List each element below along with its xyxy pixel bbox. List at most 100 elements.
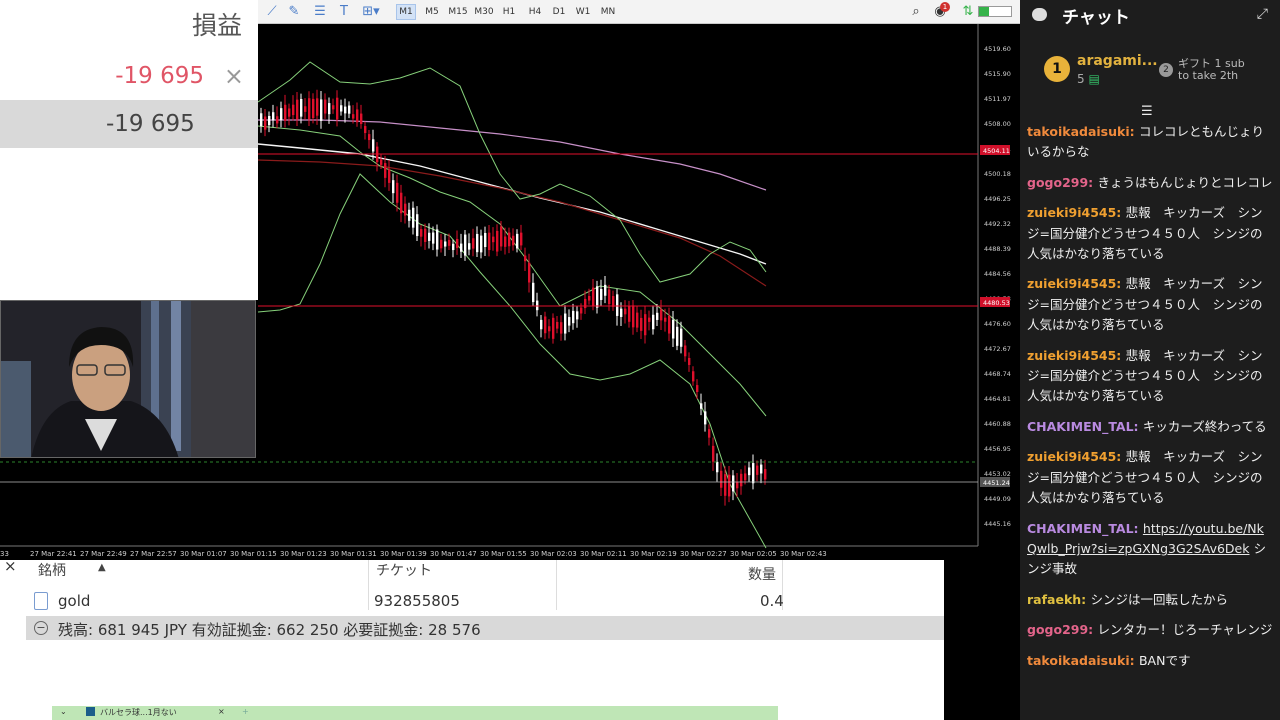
candle-body bbox=[672, 319, 675, 339]
timeframe-h4[interactable]: H4 bbox=[526, 4, 544, 20]
candle-body bbox=[692, 371, 695, 382]
chat-username[interactable]: zuieki9i4545: bbox=[1027, 276, 1126, 291]
candle-body bbox=[448, 239, 451, 246]
gift-count: 5 ▤ bbox=[1077, 72, 1100, 86]
chat-text: BANです bbox=[1138, 652, 1191, 668]
tab-title[interactable]: バルセラ球...1月ない bbox=[100, 707, 177, 718]
timeframe-m30[interactable]: M30 bbox=[472, 4, 496, 20]
timeframe-d1[interactable]: D1 bbox=[550, 4, 568, 20]
gift-user[interactable]: aragami... bbox=[1077, 53, 1158, 69]
tab-dropdown-icon[interactable]: ⌄ bbox=[60, 707, 67, 716]
chat-username[interactable]: takoikadaisuki: bbox=[1027, 124, 1139, 139]
candle-body bbox=[756, 465, 759, 475]
gift-rank-badge: 1 bbox=[1044, 56, 1070, 82]
col-volume-header[interactable]: 数量 bbox=[748, 564, 776, 584]
time-tick-label: 30 Mar 01:47 bbox=[430, 550, 477, 558]
chat-panel: チャット ⤢ 1 aragami... 5 ▤ 2 ギフト 1 sub to t… bbox=[1020, 0, 1280, 720]
candle-body bbox=[484, 233, 487, 248]
column-divider bbox=[368, 560, 369, 610]
candle-body bbox=[260, 113, 263, 127]
price-tick-label: 4492.32 bbox=[984, 220, 1011, 228]
candle-body bbox=[580, 307, 583, 314]
candle-body bbox=[612, 296, 615, 307]
candle-body bbox=[416, 214, 419, 237]
timeframe-m5[interactable]: M5 bbox=[422, 4, 442, 20]
chat-username[interactable]: zuieki9i4545: bbox=[1027, 348, 1126, 363]
candle-body bbox=[292, 104, 295, 116]
chat-message: zuieki9i4545: 悲報 キッカーズ シンジ=国分健介どうせつ４５０人 … bbox=[1027, 203, 1273, 264]
chat-username[interactable]: CHAKIMEN_TAL: bbox=[1027, 521, 1143, 536]
chat-username[interactable]: rafaekh: bbox=[1027, 592, 1091, 607]
candle-body bbox=[528, 262, 531, 283]
chat-username[interactable]: takoikadaisuki: bbox=[1027, 653, 1139, 668]
candle-body bbox=[516, 233, 519, 249]
pen-tool-icon[interactable]: ✎ bbox=[286, 4, 302, 20]
chat-username[interactable]: gogo299: bbox=[1027, 175, 1098, 190]
candle-body bbox=[740, 473, 743, 487]
chat-username[interactable]: gogo299: bbox=[1027, 622, 1098, 637]
chat-message: zuieki9i4545: 悲報 キッカーズ シンジ=国分健介どうせつ４５０人 … bbox=[1027, 447, 1273, 508]
chat-username[interactable]: CHAKIMEN_TAL: bbox=[1027, 419, 1143, 434]
timeframe-m15[interactable]: M15 bbox=[446, 4, 470, 20]
candle-body bbox=[632, 305, 635, 328]
candle-body bbox=[744, 473, 747, 481]
chat-username[interactable]: zuieki9i4545: bbox=[1027, 205, 1126, 220]
connection-bar bbox=[978, 6, 1012, 17]
candle-body bbox=[752, 463, 755, 484]
candle-body bbox=[600, 289, 603, 300]
candle-body bbox=[676, 326, 679, 346]
account-summary-text: 残高: 681 945 JPY 有効証拠金: 662 250 必要証拠金: 28… bbox=[58, 621, 481, 639]
pl-position-value: -19 695 bbox=[115, 63, 204, 89]
row-symbol[interactable]: gold bbox=[58, 592, 90, 610]
chat-message: zuieki9i4545: 悲報 キッカーズ シンジ=国分健介どうせつ４５０人 … bbox=[1027, 346, 1273, 407]
popout-icon[interactable]: ⤢ bbox=[1257, 6, 1268, 22]
account-summary-row[interactable]: − 残高: 681 945 JPY 有効証拠金: 662 250 必要証拠金: … bbox=[26, 616, 944, 640]
price-tick-label: 4500.18 bbox=[984, 170, 1011, 178]
candle-body bbox=[644, 314, 647, 336]
chat-message: CHAKIMEN_TAL: https://youtu.be/NkQwlb_Pr… bbox=[1027, 519, 1273, 580]
candle-body bbox=[760, 464, 763, 474]
chat-message: gogo299: きょうはもんじょりとコレコレ bbox=[1027, 173, 1273, 193]
chat-text: キッカーズ終わってる bbox=[1142, 418, 1267, 434]
chat-text: シンジは一回転したから bbox=[1090, 591, 1229, 607]
webcam-feed bbox=[0, 300, 256, 458]
candle-body bbox=[596, 286, 599, 308]
row-ticket[interactable]: 932855805 bbox=[374, 592, 460, 610]
candle-body bbox=[584, 298, 587, 309]
price-tick-label: 4445.16 bbox=[984, 520, 1011, 528]
candle-body bbox=[472, 238, 475, 249]
candle-body bbox=[396, 182, 399, 203]
new-tab-icon[interactable]: + bbox=[242, 707, 249, 716]
candle-body bbox=[704, 411, 707, 425]
time-tick-label: 30 Mar 01:07 bbox=[180, 550, 227, 558]
chat-username[interactable]: zuieki9i4545: bbox=[1027, 449, 1126, 464]
col-symbol-header[interactable]: 銘柄 bbox=[38, 560, 66, 580]
candle-body bbox=[548, 326, 551, 332]
candle-body bbox=[636, 312, 639, 328]
tab-close-icon[interactable]: × bbox=[218, 707, 225, 716]
close-position-icon[interactable]: × bbox=[224, 62, 244, 90]
row-volume[interactable]: 0.4 bbox=[760, 592, 784, 610]
search-icon[interactable]: ⌕ bbox=[908, 4, 924, 20]
timeframe-w1[interactable]: W1 bbox=[574, 4, 592, 20]
browser-tabstrip: ⌄ バルセラ球...1月ない × + bbox=[52, 706, 778, 720]
col-ticket-header[interactable]: チケット bbox=[376, 560, 432, 580]
line-tool-icon[interactable]: ⟋ bbox=[264, 4, 280, 20]
text-tool-icon[interactable]: T bbox=[336, 4, 352, 20]
chat-header: チャット ⤢ bbox=[1020, 0, 1280, 30]
candle-body bbox=[512, 235, 515, 246]
timeframe-mn[interactable]: MN bbox=[598, 4, 618, 20]
fibonacci-tool-icon[interactable]: ☰ bbox=[312, 4, 328, 20]
shapes-tool-icon[interactable]: ⊞▾ bbox=[360, 4, 382, 20]
gift-count-value: 5 bbox=[1077, 72, 1085, 86]
collapse-chevron-icon[interactable]: ☰ bbox=[1141, 104, 1153, 119]
candle-body bbox=[436, 229, 439, 250]
collapse-icon[interactable]: − bbox=[34, 621, 48, 635]
timeframe-m1[interactable]: M1 bbox=[396, 4, 416, 20]
terminal-close-icon[interactable]: × bbox=[4, 557, 17, 575]
candle-body bbox=[388, 169, 391, 183]
candle-body bbox=[368, 134, 371, 141]
document-icon bbox=[34, 592, 48, 610]
timeframe-h1[interactable]: H1 bbox=[500, 4, 518, 20]
candle-body bbox=[716, 461, 719, 473]
